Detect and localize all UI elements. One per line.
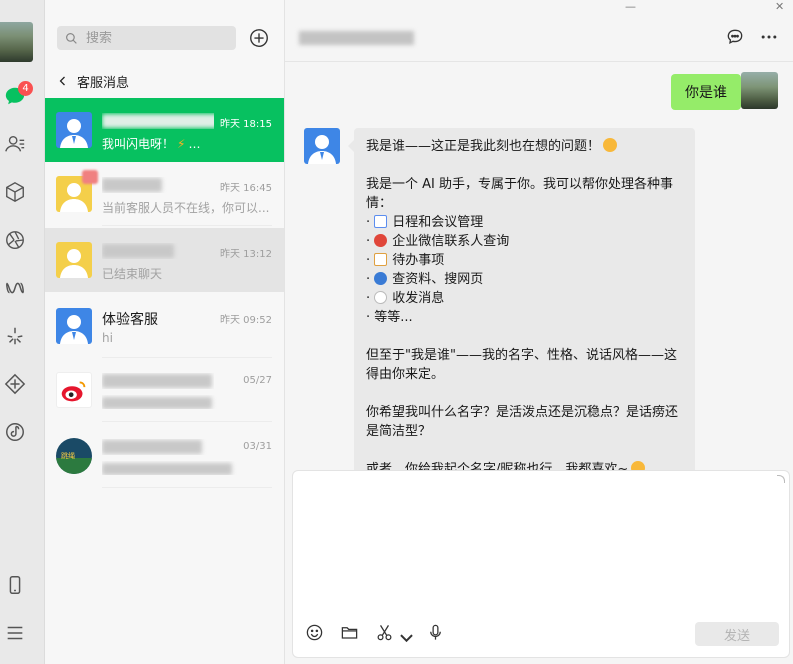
bot-line: 或者，你给我起个名字/昵称也行，我都喜欢~ [366,460,683,470]
bot-bullet: · 日程和会议管理 [366,215,484,230]
folder-icon [341,627,358,639]
chevron-left-icon [59,76,65,86]
my-message-bubble[interactable]: 你是谁 [671,74,747,110]
bot-line: 你希望我叫什么名字？是活泼点还是沉稳点？是话痨还是简洁型？ [366,405,679,439]
bot-message-bubble[interactable]: 我是谁——这正是我此刻也在想的问题！ 我是一个 AI 助手，专属于你。我可以帮你… [348,128,695,470]
music-icon[interactable] [2,419,28,445]
phone-icon[interactable] [2,572,28,598]
bot-bullet: · 企业微信联系人查询 [366,234,510,249]
bot-line: · 等等... [366,310,413,325]
conversation-time: 昨天 18:15 [220,119,272,130]
bot-bullet: · 待办事项 [366,253,445,268]
screenshot-button[interactable] [375,623,395,643]
more-horizontal-icon [761,35,777,39]
svg-text:跳绳: 跳绳 [61,451,75,460]
contacts-icon[interactable] [2,131,28,157]
close-button[interactable]: ✕ [775,0,784,13]
send-button[interactable]: 发送 [695,622,779,646]
bot-line: 我是一个 AI 助手，专属于你。我可以帮你处理各种事情： [366,177,673,211]
diamond-icon[interactable] [2,371,28,397]
conversation-preview [102,461,272,475]
conversation-preview: 当前客服人员不在线，你可以... [102,201,270,215]
resize-corner[interactable] [777,475,785,483]
calendar-icon [374,215,388,228]
cube-icon[interactable] [2,179,28,205]
search-icon [66,32,77,44]
menu-icon[interactable] [2,620,28,646]
phone-receiver-icon [374,234,388,247]
more-button[interactable] [759,27,781,49]
conversation-name [102,439,214,455]
list-item[interactable]: 昨天 13:12 已结束聊天 [45,228,284,292]
list-item[interactable]: 昨天 18:15 我叫闪电呀！ ⚡… [45,98,284,162]
bot-avatar[interactable] [304,128,340,164]
emoji-button[interactable] [305,623,325,643]
chat-header [285,0,793,62]
conversation-name: 体验客服 [102,312,158,328]
chat-title [299,31,414,45]
bot-line: 但至于"我是谁"——我的名字、性格、说话风格——这得由你来定。 [366,348,677,382]
conversation-time: 昨天 16:45 [220,183,272,194]
conversation-name [102,113,214,129]
back-label: 客服消息 [77,75,130,91]
my-avatar[interactable] [0,22,33,62]
conversation-preview: hi [102,331,113,345]
unread-dot [82,170,98,184]
avatar [56,308,92,344]
conversation-preview: 我叫闪电呀！ ⚡… [102,137,201,151]
message-input-area[interactable]: 发送 [292,470,790,658]
microphone-icon [430,624,441,640]
chat-info-button[interactable] [725,27,747,49]
conversation-time: 昨天 09:52 [220,315,272,326]
miniprogram-icon[interactable] [2,275,28,301]
bot-bullet: · 收发消息 [366,291,445,306]
avatar [56,372,92,408]
plus-circle-icon [250,29,268,47]
avatar [56,112,92,148]
voice-button[interactable] [426,623,446,643]
screenshot-options-button[interactable] [397,623,413,643]
list-item[interactable]: 体验客服 昨天 09:52 hi [45,294,284,358]
chevron-down-icon [400,634,413,643]
conversation-time: 05/27 [243,375,272,386]
conversation-name [102,373,214,389]
aperture-icon[interactable] [2,227,28,253]
add-button[interactable] [248,27,270,49]
list-item[interactable]: 昨天 16:45 当前客服人员不在线，你可以... [45,162,284,226]
chat-badge: 4 [18,81,33,96]
avatar: 跳绳 [56,438,92,474]
list-item[interactable]: 05/27 [45,358,284,422]
conversation-list: 客服消息 昨天 18:15 我叫闪电呀！⚡… 昨天 16:45 当前客服人员不在… [45,0,285,664]
scissors-icon [377,625,392,641]
grin-emoji-icon [603,138,618,152]
search-box[interactable] [57,26,236,50]
file-button[interactable] [340,623,360,643]
conversation-name [102,177,214,193]
speech-balloon-icon [374,291,388,304]
magnifier-icon [374,272,388,285]
conversation-preview [102,395,272,409]
message-area[interactable]: 你是谁 我是谁——这正是我此刻也在想的问题！ 我是一个 AI 助手，专属于你。我… [285,62,793,470]
back-to-service-messages[interactable]: 客服消息 [57,70,129,92]
sparkle-icon[interactable] [2,323,28,349]
conversation-time: 03/31 [243,441,272,452]
bot-line: 我是谁——这正是我此刻也在想的问题！ [366,137,683,156]
minimize-button[interactable]: — [625,0,636,13]
smiley-icon [306,624,323,641]
chat-panel: 你是谁 我是谁——这正是我此刻也在想的问题！ 我是一个 AI 助手，专属于你。我… [285,0,793,664]
speech-bubble-icon [727,29,743,45]
avatar [56,242,92,278]
my-message-avatar[interactable] [741,72,778,109]
nav-bar: 4 [0,0,45,664]
lightning-icon: ⚡ [177,137,186,151]
memo-icon [374,253,388,266]
smile-emoji-icon [631,461,646,470]
conversation-preview: 已结束聊天 [102,267,163,281]
bot-bullet: · 查资料、搜网页 [366,272,484,287]
conversation-time: 昨天 13:12 [220,249,272,260]
conversation-name [102,243,214,259]
search-input[interactable] [86,30,226,46]
list-item[interactable]: 跳绳 03/31 [45,424,284,488]
